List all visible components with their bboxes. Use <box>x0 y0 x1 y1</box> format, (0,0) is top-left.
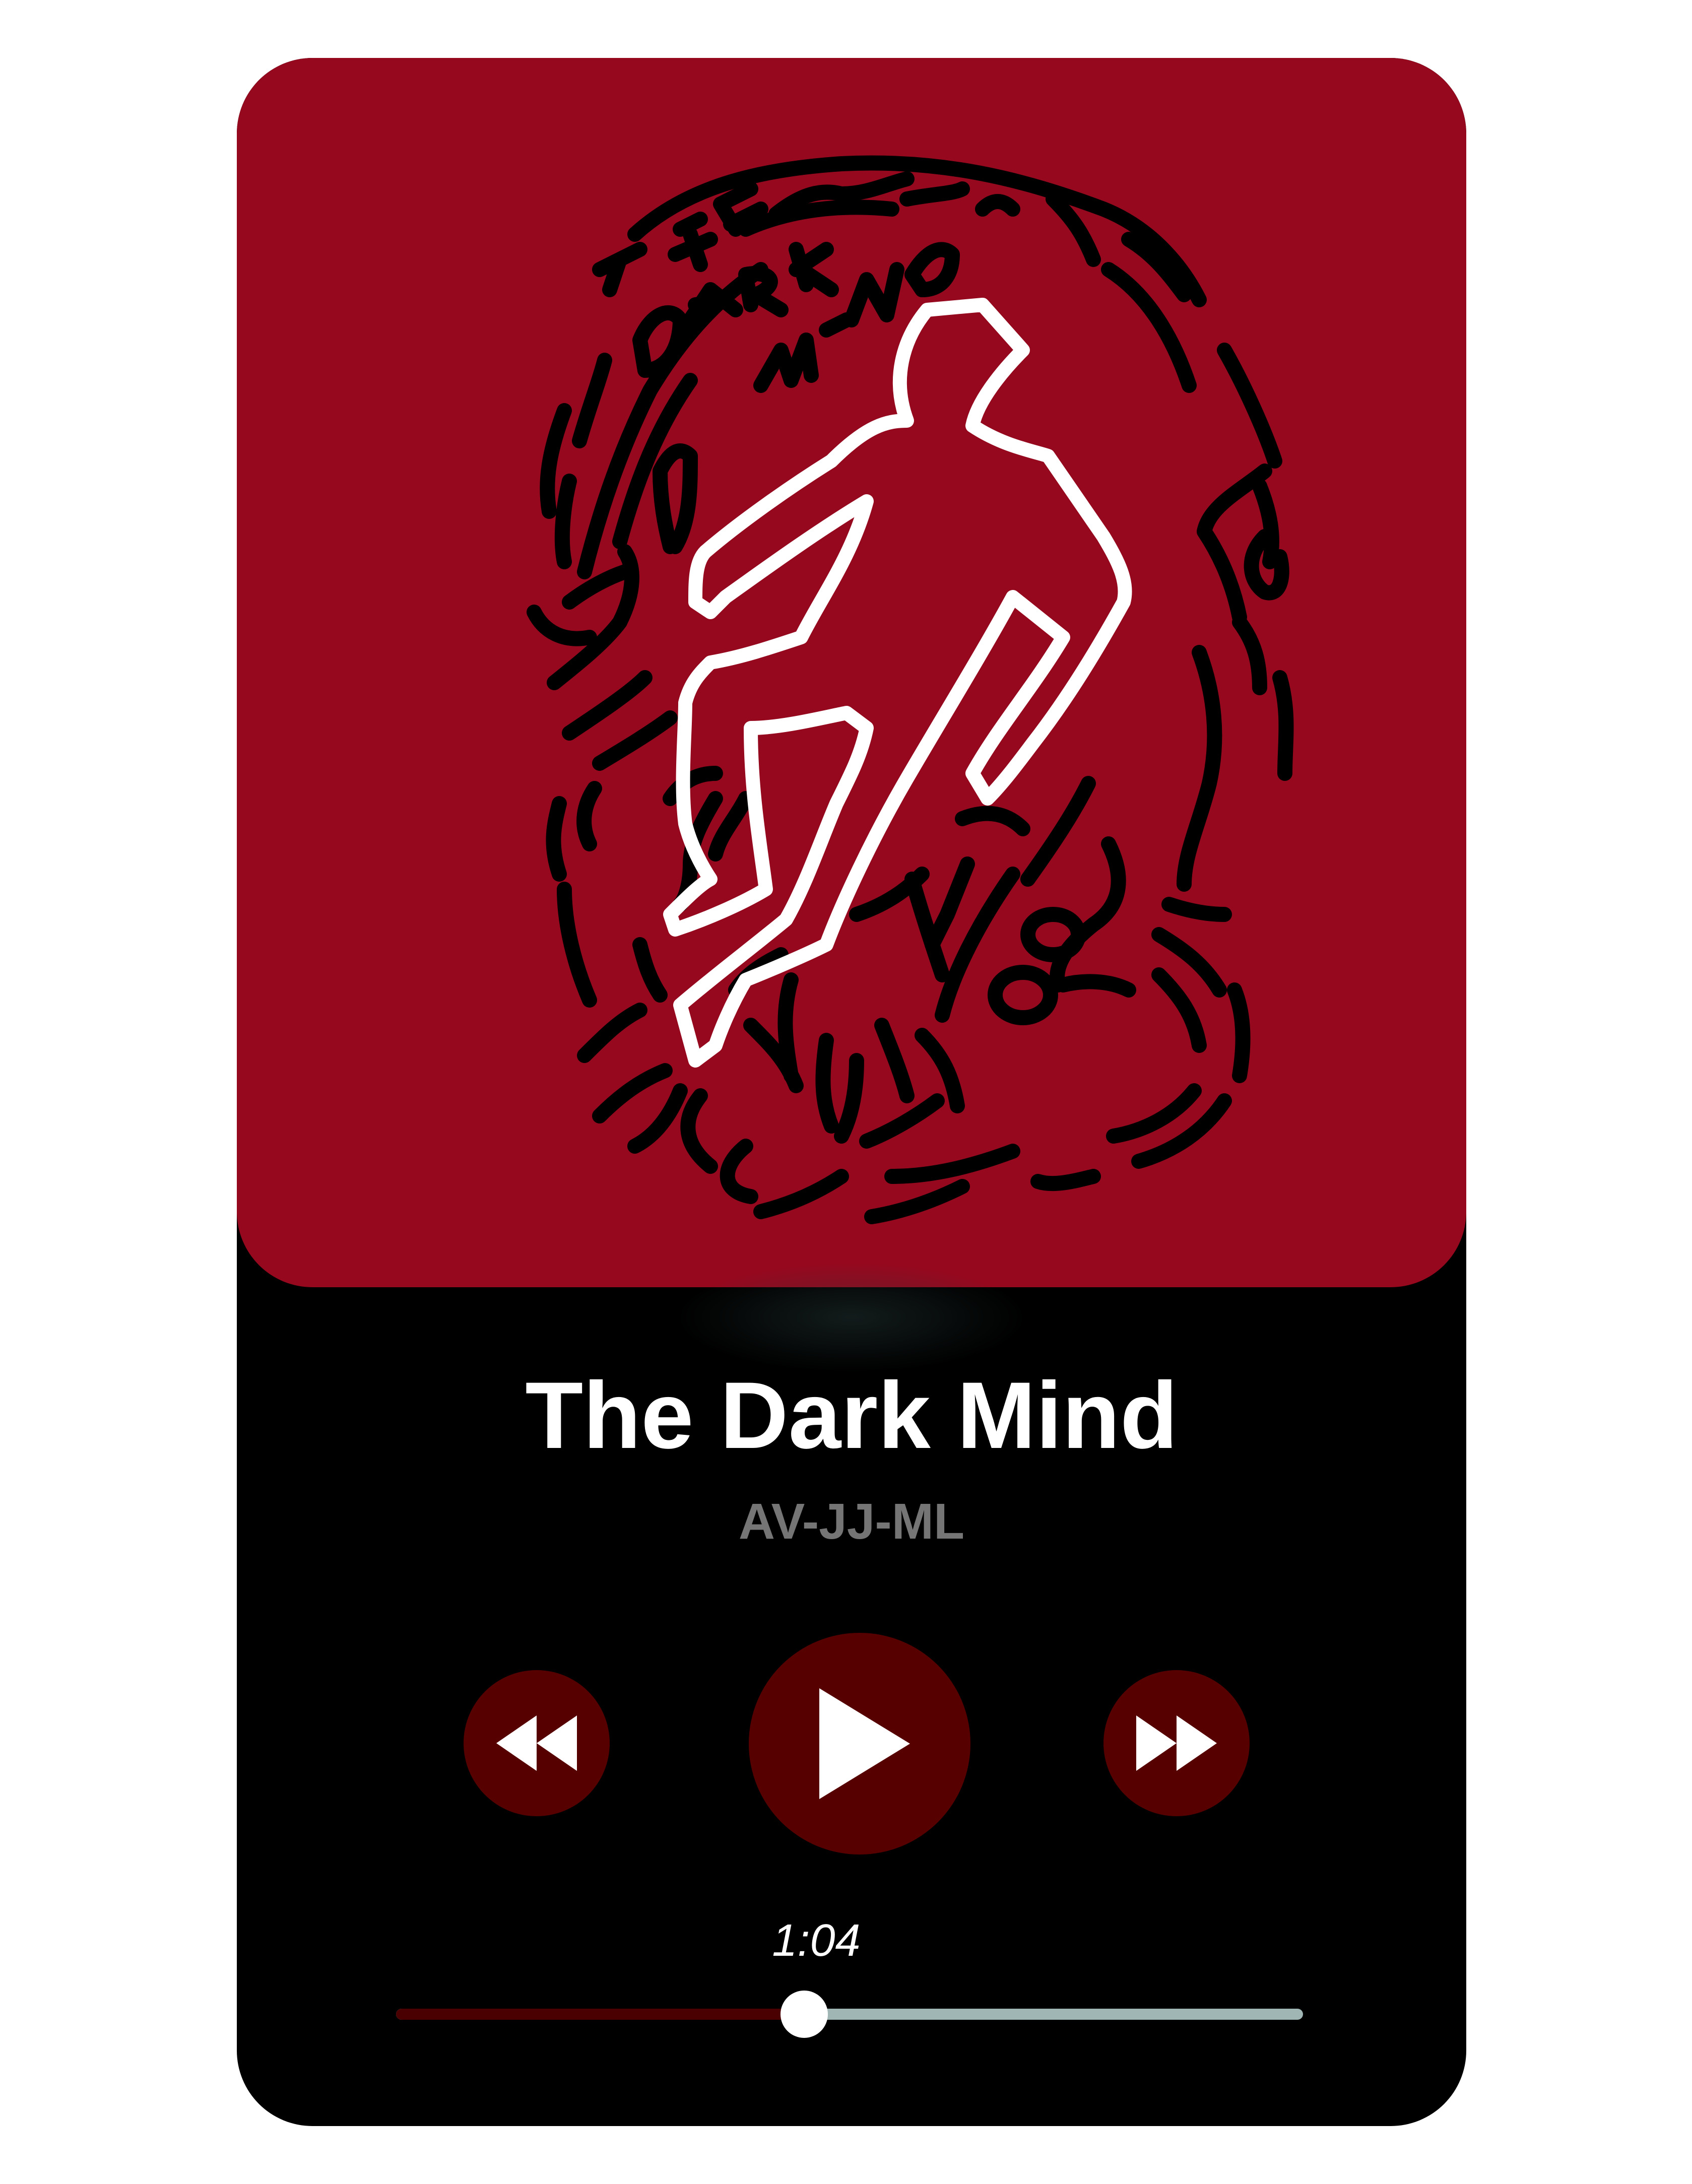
play-icon <box>819 1688 910 1799</box>
rewind-button[interactable] <box>464 1670 610 1816</box>
progress-played <box>396 2009 804 2020</box>
progress-bar[interactable] <box>396 1991 1303 2038</box>
music-player-card: The Dark Mind AV-JJ-ML 1:04 <box>237 58 1466 2126</box>
elapsed-time: 1:04 <box>772 1915 861 1966</box>
track-title: The Dark Mind <box>525 1362 1178 1468</box>
fast-forward-icon <box>1136 1715 1217 1771</box>
fast-forward-button[interactable] <box>1103 1670 1250 1816</box>
album-art <box>237 58 1466 1287</box>
play-button[interactable] <box>749 1633 970 1855</box>
rewind-icon <box>496 1715 577 1771</box>
album-art-shadow <box>675 1262 1028 1373</box>
progress-handle[interactable] <box>780 1991 828 2038</box>
fingerprint-illustration <box>527 155 1294 1224</box>
track-artist: AV-JJ-ML <box>738 1493 965 1550</box>
